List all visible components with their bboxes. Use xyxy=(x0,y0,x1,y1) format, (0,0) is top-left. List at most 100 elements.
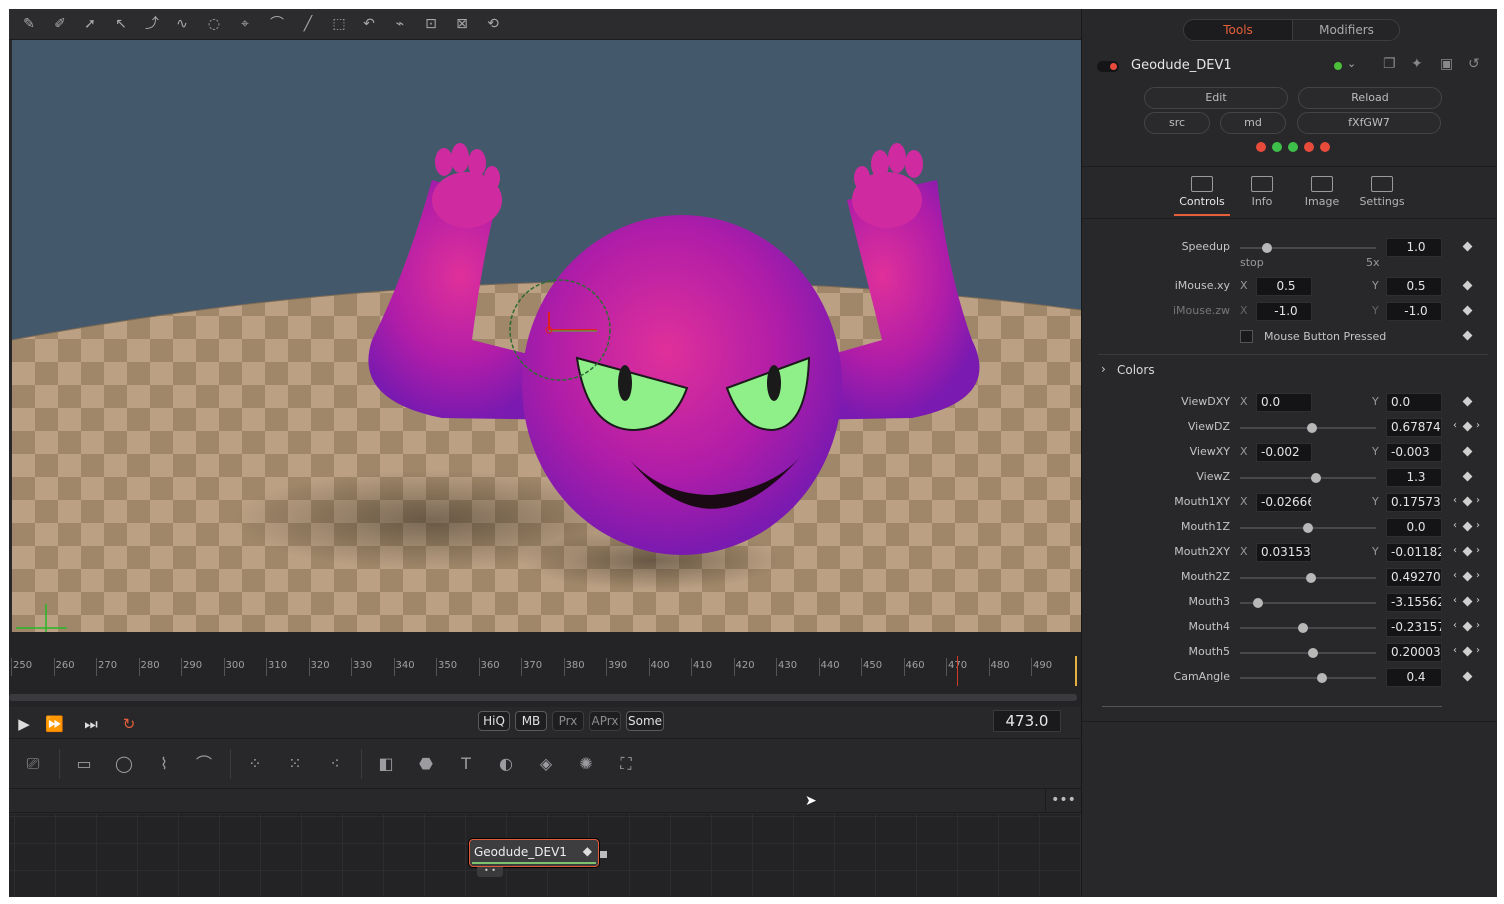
viewxy-x-field[interactable]: -0.002 xyxy=(1256,443,1312,462)
camangle-slider[interactable] xyxy=(1240,673,1376,683)
mouth3-slider-knob[interactable] xyxy=(1252,598,1263,608)
chevron-right-icon[interactable]: › xyxy=(1101,362,1106,376)
mouth3-next-key-icon[interactable]: › xyxy=(1476,595,1480,606)
viewdz-slider[interactable] xyxy=(1240,423,1376,433)
mouth4-keyframe-icon[interactable] xyxy=(1462,621,1473,632)
src-button[interactable]: src xyxy=(1144,112,1210,134)
mouth1z-prev-key-icon[interactable]: ‹ xyxy=(1453,520,1457,531)
lasso-select-icon[interactable]: ⤴ xyxy=(142,14,162,34)
pin-icon[interactable]: ✦ xyxy=(1411,56,1423,72)
mouth2z-keyframe-icon[interactable] xyxy=(1462,571,1473,582)
geodude-node[interactable]: Geodude_DEV1 ◆ xyxy=(469,839,599,867)
tab-tools[interactable]: Tools xyxy=(1184,20,1292,40)
more-options-button[interactable]: ••• xyxy=(1045,789,1081,813)
node-input-ports[interactable]: • • xyxy=(477,867,503,877)
mouth2z-slider-knob[interactable] xyxy=(1305,573,1316,583)
image-plane-icon[interactable]: ◧ xyxy=(373,753,399,775)
reverse-icon[interactable]: ⟲ xyxy=(483,14,503,34)
mouth1xy-prev-key-icon[interactable]: ‹ xyxy=(1453,495,1457,506)
mouth3-slider[interactable] xyxy=(1240,598,1376,608)
fast-forward-icon[interactable]: ⏩ xyxy=(45,715,64,733)
mouth1z-slider-knob[interactable] xyxy=(1303,523,1313,533)
ellipse-mask-icon[interactable]: ◯ xyxy=(111,753,137,775)
mouth2z-prev-key-icon[interactable]: ‹ xyxy=(1453,570,1457,581)
loop-icon[interactable]: ↻ xyxy=(120,715,138,733)
subtab-settings[interactable]: Settings xyxy=(1352,176,1412,208)
subtab-info[interactable]: Info xyxy=(1232,176,1292,208)
mouth4-value[interactable]: -0.23157 xyxy=(1386,618,1442,637)
mouth2xy-y-field[interactable]: -0.01182 xyxy=(1386,543,1442,562)
node-flow[interactable]: Geodude_DEV1 ◆ • • xyxy=(9,814,1081,897)
viewdz-next-key-icon[interactable]: › xyxy=(1476,420,1480,431)
current-frame-field[interactable]: 473.0 xyxy=(993,710,1061,732)
lasso-icon[interactable]: ◌ xyxy=(204,14,224,34)
chevron-down-icon[interactable]: ⌄ xyxy=(1347,57,1356,70)
viewz-slider[interactable] xyxy=(1240,473,1376,483)
imouse-xy-x-field[interactable]: 0.5 xyxy=(1256,277,1312,296)
mouth2xy-prev-key-icon[interactable]: ‹ xyxy=(1453,545,1457,556)
mouth4-next-key-icon[interactable]: › xyxy=(1476,620,1480,631)
viewz-keyframe-icon[interactable] xyxy=(1462,471,1473,482)
subtab-image[interactable]: Image xyxy=(1292,176,1352,208)
imouse-zw-y-field[interactable]: -1.0 xyxy=(1386,302,1442,321)
mb-button[interactable]: MB xyxy=(515,711,547,731)
draw-icon[interactable]: ✐ xyxy=(50,14,70,34)
lock-icon[interactable]: ▣ xyxy=(1440,56,1453,72)
viewz-value[interactable]: 1.3 xyxy=(1386,468,1442,487)
viewxy-keyframe-icon[interactable] xyxy=(1462,446,1473,457)
rectangle-mask-icon[interactable]: ▭ xyxy=(71,753,97,775)
polygon-mask-icon[interactable]: ⌇ xyxy=(151,753,177,775)
mouth1xy-next-key-icon[interactable]: › xyxy=(1476,495,1480,506)
mouth2xy-keyframe-icon[interactable] xyxy=(1462,546,1473,557)
poly-pen-icon[interactable]: ✎ xyxy=(19,14,39,34)
next-key-icon[interactable]: ⏭ xyxy=(82,715,100,733)
some-button[interactable]: Some xyxy=(626,711,664,731)
viewz-slider-knob[interactable] xyxy=(1311,473,1322,483)
subtab-controls[interactable]: Controls xyxy=(1172,176,1232,208)
line-icon[interactable]: ╱ xyxy=(298,14,318,34)
select-icon[interactable]: ↖ xyxy=(111,14,131,34)
versions-icon[interactable]: ❐ xyxy=(1383,56,1396,72)
box-select-icon[interactable]: ⬚ xyxy=(329,14,349,34)
speedup-value[interactable]: 1.0 xyxy=(1386,238,1442,257)
shape-3d-icon[interactable]: ⬣ xyxy=(413,753,439,775)
mouse-button-keyframe-icon[interactable] xyxy=(1462,330,1473,341)
viewdxy-y-field[interactable]: 0.0 xyxy=(1386,393,1442,412)
mouth2xy-next-key-icon[interactable]: › xyxy=(1476,545,1480,556)
smooth-icon[interactable]: ↶ xyxy=(359,14,379,34)
imouse-zw-x-field[interactable]: -1.0 xyxy=(1256,302,1312,321)
timeline[interactable]: 250 260 270 280 290 300 310 320 330 340 350 360 370 3… xyxy=(9,632,1081,707)
imouse-xy-y-field[interactable]: 0.5 xyxy=(1386,277,1442,296)
mouth1z-slider[interactable] xyxy=(1240,523,1376,533)
camangle-value[interactable]: 0.4 xyxy=(1386,668,1442,687)
mouth5-prev-key-icon[interactable]: ‹ xyxy=(1453,645,1457,656)
play-icon[interactable]: ▶ xyxy=(15,715,33,733)
curve-icon[interactable]: ⌒ xyxy=(267,14,287,34)
select-add-icon[interactable]: ➚ xyxy=(80,14,100,34)
particle-render-icon[interactable]: ⁙ xyxy=(282,753,308,775)
delete-points-icon[interactable]: ⊠ xyxy=(452,14,472,34)
edit-button[interactable]: Edit xyxy=(1144,87,1288,109)
particle-emitter-icon[interactable]: ⁘ xyxy=(242,753,268,775)
viewdz-prev-key-icon[interactable]: ‹ xyxy=(1453,420,1457,431)
bspline-mask-icon[interactable]: ⌒ xyxy=(191,753,217,775)
mouth3-keyframe-icon[interactable] xyxy=(1462,596,1473,607)
mouth2z-slider[interactable] xyxy=(1240,573,1376,583)
mouth4-prev-key-icon[interactable]: ‹ xyxy=(1453,620,1457,631)
merge-3d-icon[interactable]: ◐ xyxy=(493,753,519,775)
mouth3-value[interactable]: -3.15562 xyxy=(1386,593,1442,612)
point-icon[interactable]: ⌖ xyxy=(235,14,255,34)
reload-button[interactable]: Reload xyxy=(1298,87,1442,109)
playhead[interactable] xyxy=(957,656,958,686)
node-output-port[interactable] xyxy=(600,851,607,858)
aprx-button[interactable]: APrx xyxy=(589,711,621,731)
transform-icon[interactable]: ⊡ xyxy=(421,14,441,34)
mouth4-slider-knob[interactable] xyxy=(1297,623,1308,633)
mouth5-keyframe-icon[interactable] xyxy=(1462,646,1473,657)
speedup-slider[interactable] xyxy=(1240,243,1376,253)
camangle-keyframe-icon[interactable] xyxy=(1462,671,1473,682)
viewdxy-keyframe-icon[interactable] xyxy=(1462,396,1473,407)
text-3d-icon[interactable]: T xyxy=(453,753,479,775)
freehand-icon[interactable]: ∿ xyxy=(172,14,192,34)
light-icon[interactable]: ✺ xyxy=(573,753,599,775)
